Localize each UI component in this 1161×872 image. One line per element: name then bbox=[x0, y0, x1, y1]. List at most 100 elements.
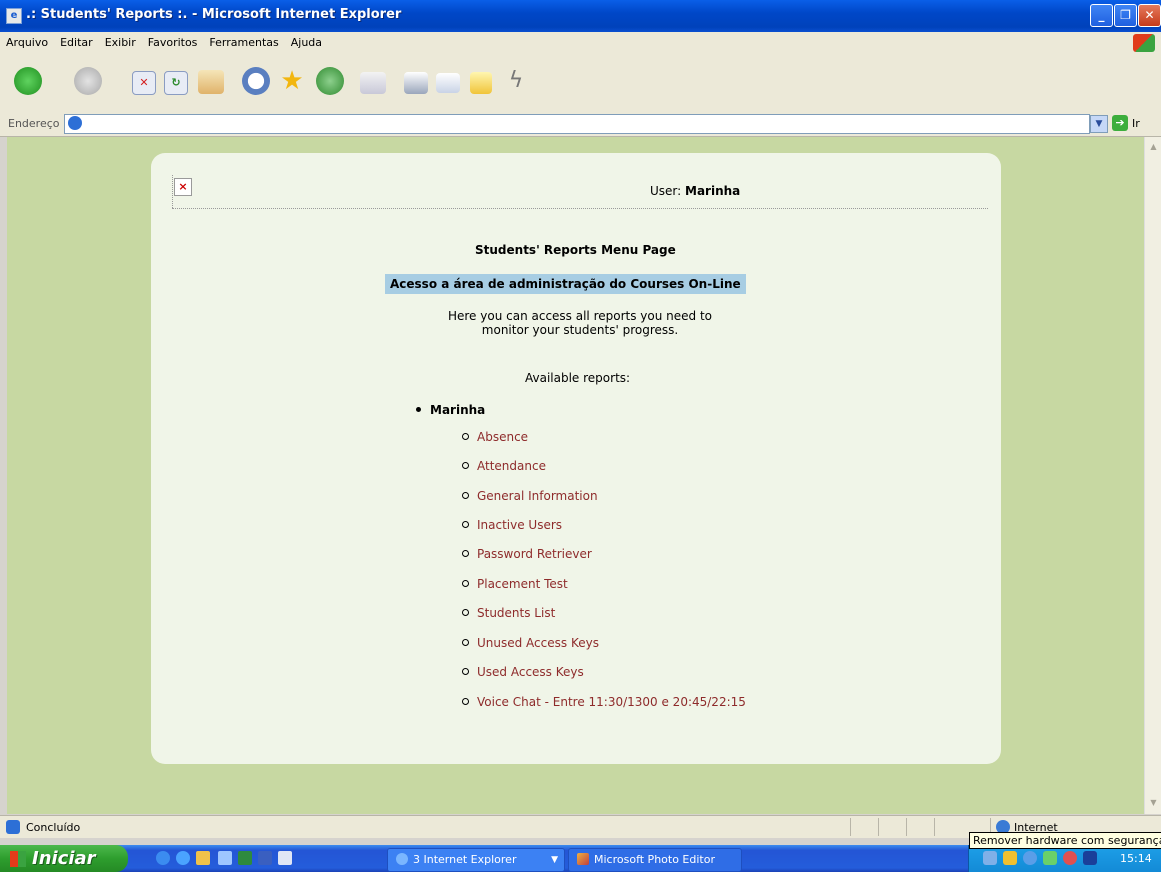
vertical-scrollbar[interactable]: ▲ ▼ bbox=[1144, 137, 1161, 814]
status-divider bbox=[850, 818, 851, 836]
task-label: Microsoft Photo Editor bbox=[594, 853, 715, 866]
report-link-unused-access-keys[interactable]: Unused Access Keys bbox=[477, 636, 599, 650]
menu-editar[interactable]: Editar bbox=[54, 32, 99, 54]
intro-line-2: monitor your students' progress. bbox=[481, 323, 679, 337]
list-item: Inactive Users bbox=[462, 518, 562, 532]
report-link-inactive-users[interactable]: Inactive Users bbox=[477, 518, 562, 532]
refresh-icon[interactable]: ↻ bbox=[164, 71, 188, 95]
quicklaunch-notepad-icon[interactable] bbox=[218, 851, 232, 865]
stop-icon[interactable]: ✕ bbox=[132, 71, 156, 95]
address-bar: Endereço ▼ ➔ Ir bbox=[0, 112, 1161, 137]
quicklaunch-ie-icon[interactable] bbox=[156, 851, 170, 865]
quicklaunch-browser-icon[interactable] bbox=[176, 851, 190, 865]
bullet-circle-icon bbox=[462, 698, 469, 705]
address-input[interactable] bbox=[64, 114, 1090, 134]
security-tray-icon[interactable] bbox=[1063, 851, 1077, 865]
intro-line-1: Here you can access all reports you need… bbox=[447, 309, 713, 323]
quicklaunch-word-icon[interactable] bbox=[258, 851, 272, 865]
bullet-circle-icon bbox=[462, 639, 469, 646]
bullet-circle-icon bbox=[462, 521, 469, 528]
system-tray: 15:14 bbox=[968, 845, 1161, 872]
menu-arquivo[interactable]: Arquivo bbox=[0, 32, 54, 54]
status-divider bbox=[878, 818, 879, 836]
quicklaunch-excel-icon[interactable] bbox=[238, 851, 252, 865]
edit-icon[interactable] bbox=[436, 73, 460, 93]
menu-favoritos[interactable]: Favoritos bbox=[142, 32, 204, 54]
quicklaunch-folder-icon[interactable] bbox=[196, 851, 210, 865]
header-divider-left bbox=[172, 175, 173, 208]
windows-flag-icon bbox=[10, 851, 26, 867]
address-dropdown-icon[interactable]: ▼ bbox=[1090, 115, 1108, 133]
menu-bar: Arquivo Editar Exibir Favoritos Ferramentas A… bbox=[0, 32, 1161, 55]
list-item: Students List bbox=[462, 606, 555, 620]
discuss-icon[interactable] bbox=[470, 72, 492, 94]
hardware-tray-icon[interactable] bbox=[1043, 851, 1057, 865]
bullet-circle-icon bbox=[462, 668, 469, 675]
group-arrow-icon: ▼ bbox=[551, 855, 558, 865]
report-link-students-list[interactable]: Students List bbox=[477, 606, 555, 620]
bullet-circle-icon bbox=[462, 550, 469, 557]
back-icon[interactable] bbox=[14, 67, 42, 95]
close-button[interactable]: ✕ bbox=[1138, 4, 1161, 27]
messenger-tray-icon[interactable] bbox=[1023, 851, 1037, 865]
list-item: Voice Chat - Entre 11:30/1300 e 20:45/22… bbox=[462, 695, 746, 709]
available-reports-label: Available reports: bbox=[525, 371, 631, 385]
bullet-circle-icon bbox=[462, 462, 469, 469]
mail-icon[interactable] bbox=[360, 72, 386, 94]
bullet-icon bbox=[416, 407, 421, 412]
start-label: Iniciar bbox=[32, 848, 96, 869]
minimize-button[interactable]: _ bbox=[1090, 4, 1113, 27]
forward-icon[interactable] bbox=[74, 67, 102, 95]
messenger-icon[interactable]: ϟ bbox=[502, 67, 530, 95]
menu-exibir[interactable]: Exibir bbox=[99, 32, 142, 54]
user-prefix: User: bbox=[650, 184, 682, 198]
media-tray-icon[interactable] bbox=[1083, 851, 1097, 865]
list-item: Placement Test bbox=[462, 577, 568, 591]
status-divider bbox=[906, 818, 907, 836]
page-done-icon bbox=[6, 820, 20, 834]
user-name: Marinha bbox=[685, 184, 741, 198]
go-button[interactable]: Ir bbox=[1132, 117, 1140, 130]
bullet-circle-icon bbox=[462, 492, 469, 499]
go-arrow-icon[interactable]: ➔ bbox=[1112, 115, 1128, 131]
taskbar-task-internet-explorer[interactable]: 3 Internet Explorer ▼ bbox=[387, 848, 565, 872]
report-link-password-retriever[interactable]: Password Retriever bbox=[477, 547, 592, 561]
bullet-circle-icon bbox=[462, 433, 469, 440]
toolbar: ✕ ↻ ★ ϟ bbox=[0, 54, 1161, 113]
page-icon bbox=[68, 116, 82, 130]
history-icon[interactable] bbox=[316, 67, 344, 95]
report-link-general-information[interactable]: General Information bbox=[477, 489, 598, 503]
menu-ferramentas[interactable]: Ferramentas bbox=[203, 32, 284, 54]
window-title-bar[interactable]: e .: Students' Reports :. - Microsoft In… bbox=[0, 0, 1161, 32]
scroll-up-icon[interactable]: ▲ bbox=[1146, 139, 1161, 154]
task-label: 3 Internet Explorer bbox=[413, 853, 517, 866]
quicklaunch-document-icon[interactable] bbox=[278, 851, 292, 865]
admin-banner: Acesso a área de administração do Course… bbox=[385, 274, 746, 294]
favorites-star-icon[interactable]: ★ bbox=[278, 67, 306, 95]
list-item: Used Access Keys bbox=[462, 665, 584, 679]
network-icon[interactable] bbox=[983, 851, 997, 865]
report-link-attendance[interactable]: Attendance bbox=[477, 459, 546, 473]
report-link-placement-test[interactable]: Placement Test bbox=[477, 577, 568, 591]
report-link-used-access-keys[interactable]: Used Access Keys bbox=[477, 665, 584, 679]
home-icon[interactable] bbox=[198, 70, 224, 94]
tray-app-icon[interactable] bbox=[1003, 851, 1017, 865]
scroll-down-icon[interactable]: ▼ bbox=[1146, 795, 1161, 810]
status-text: Concluído bbox=[26, 821, 81, 834]
user-label: User: Marinha bbox=[650, 184, 740, 198]
search-icon[interactable] bbox=[242, 67, 270, 95]
header-divider bbox=[172, 208, 988, 209]
report-link-voice-chat[interactable]: Voice Chat - Entre 11:30/1300 e 20:45/22… bbox=[477, 695, 746, 709]
menu-ajuda[interactable]: Ajuda bbox=[285, 32, 328, 54]
report-group: Marinha bbox=[416, 403, 485, 417]
ie-icon bbox=[396, 853, 408, 865]
report-link-absence[interactable]: Absence bbox=[477, 430, 528, 444]
list-item: General Information bbox=[462, 489, 598, 503]
address-label: Endereço bbox=[8, 117, 60, 130]
list-item: Unused Access Keys bbox=[462, 636, 599, 650]
clock: 15:14 bbox=[1120, 852, 1152, 865]
taskbar-task-photo-editor[interactable]: Microsoft Photo Editor bbox=[568, 848, 742, 872]
start-button[interactable]: Iniciar bbox=[0, 845, 128, 872]
maximize-button[interactable]: ❐ bbox=[1114, 4, 1137, 27]
print-icon[interactable] bbox=[404, 72, 428, 94]
